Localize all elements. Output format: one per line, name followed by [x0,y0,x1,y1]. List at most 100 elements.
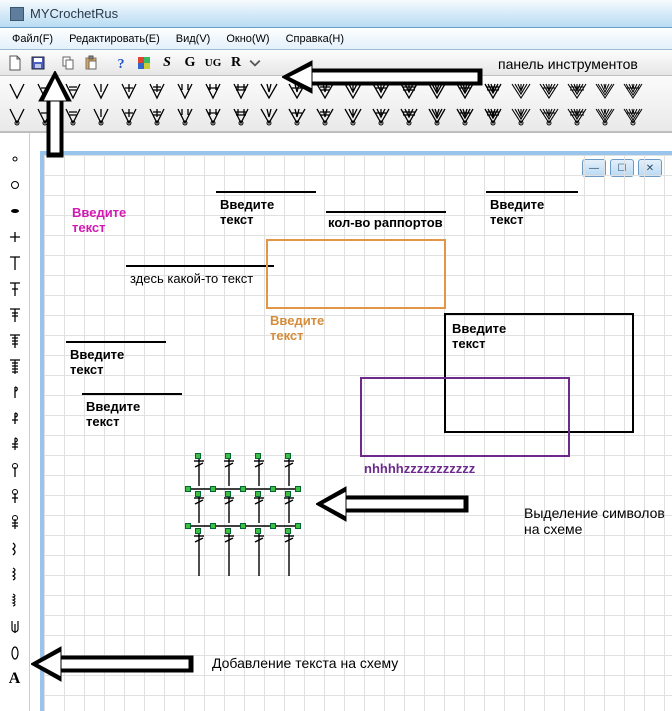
vsymbol-icon[interactable] [88,78,114,103]
tool-t-icon[interactable] [3,251,27,275]
vsymbol-icon[interactable] [592,78,618,103]
vsymbol2-icon[interactable] [452,103,478,128]
tool-tquad-icon[interactable] [3,355,27,379]
vsymbol2-icon[interactable] [4,103,30,128]
vsymbol2-icon[interactable] [340,103,366,128]
selection-handle[interactable] [295,523,301,529]
tool-wave1-icon[interactable] [3,537,27,561]
vsymbol2-icon[interactable] [620,103,646,128]
vsymbol2-icon[interactable] [508,103,534,128]
text-placeholder[interactable]: Введитетекст [452,321,506,351]
text-placeholder[interactable]: Введитетекст [70,347,124,377]
selection-handle[interactable] [255,491,261,497]
vsymbol2-icon[interactable] [88,103,114,128]
selection-handle[interactable] [285,491,291,497]
tool-hookring-icon[interactable] [3,459,27,483]
tool-hookring2-icon[interactable] [3,485,27,509]
tool-oval-icon[interactable] [3,641,27,665]
vsymbol-icon[interactable] [508,78,534,103]
selection-handle[interactable] [225,453,231,459]
tool-u-icon[interactable] [3,615,27,639]
selection-handle[interactable] [225,491,231,497]
vsymbol-icon[interactable] [172,78,198,103]
selection-handle[interactable] [255,453,261,459]
text-placeholder[interactable]: Введитетекст [72,205,126,235]
vsymbol-icon[interactable] [228,78,254,103]
tool-tcross-icon[interactable] [3,277,27,301]
selection-handle[interactable] [285,453,291,459]
selection-handle[interactable] [225,528,231,534]
new-file-button[interactable] [4,52,26,74]
vsymbol-icon[interactable] [256,78,282,103]
tool-hook2-icon[interactable] [3,407,27,431]
tool-wave3-icon[interactable] [3,589,27,613]
tool-text-button[interactable]: A [3,667,27,691]
menu-window[interactable]: Окно(W) [218,31,277,47]
selection-handle[interactable] [195,491,201,497]
selection-handle[interactable] [240,486,246,492]
selected-stitch-group[interactable] [184,451,304,581]
text-placeholder[interactable]: Введитетекст [490,197,544,227]
vsymbol2-icon[interactable] [312,103,338,128]
selection-handle[interactable] [210,523,216,529]
text-nhz[interactable]: nhhhhzzzzzzzzzzz [364,461,475,476]
tool-hookring3-icon[interactable] [3,511,27,535]
text-rapport[interactable]: кол-во раппортов [328,215,443,230]
selection-handle[interactable] [270,523,276,529]
selection-handle[interactable] [240,523,246,529]
selection-handle[interactable] [185,486,191,492]
menu-file[interactable]: Файл(F) [4,31,61,47]
vsymbol2-icon[interactable] [200,103,226,128]
tool-circle-small-icon[interactable] [3,147,27,171]
text-placeholder-orange[interactable]: Введитетекст [270,313,324,343]
vsymbol2-icon[interactable] [536,103,562,128]
tool-plus-icon[interactable] [3,225,27,249]
tool-dot-icon[interactable] [3,199,27,223]
vsymbol2-icon[interactable] [144,103,170,128]
tool-ttriple-icon[interactable] [3,329,27,353]
vsymbol2-icon[interactable] [368,103,394,128]
vsymbol2-icon[interactable] [256,103,282,128]
vsymbol2-icon[interactable] [116,103,142,128]
selection-handle[interactable] [285,528,291,534]
vsymbol2-icon[interactable] [284,103,310,128]
color-grid-button[interactable] [133,52,155,74]
tool-hook1-icon[interactable] [3,381,27,405]
selection-handle[interactable] [195,528,201,534]
vsymbol-icon[interactable] [620,78,646,103]
vsymbol-icon[interactable] [564,78,590,103]
vsymbol2-icon[interactable] [564,103,590,128]
vsymbol-icon[interactable] [200,78,226,103]
vsymbol2-icon[interactable] [172,103,198,128]
selection-handle[interactable] [185,523,191,529]
vsymbol-icon[interactable] [536,78,562,103]
purple-box[interactable] [360,377,570,457]
vsymbol-icon[interactable] [116,78,142,103]
tool-ug-button[interactable]: UG [202,52,224,74]
selection-handle[interactable] [210,486,216,492]
tool-circle-icon[interactable] [3,173,27,197]
vsymbol2-icon[interactable] [592,103,618,128]
tool-g-button[interactable]: G [179,52,201,74]
tool-tdouble-icon[interactable] [3,303,27,327]
paste-button[interactable] [80,52,102,74]
vsymbol-icon[interactable] [144,78,170,103]
selection-handle[interactable] [295,486,301,492]
vsymbol2-icon[interactable] [228,103,254,128]
selection-handle[interactable] [195,453,201,459]
dropdown-arrow-icon[interactable] [248,52,262,74]
vsymbol2-icon[interactable] [480,103,506,128]
text-placeholder[interactable]: Введитетекст [220,197,274,227]
text-sometext[interactable]: здесь какой-то текст [130,271,253,286]
orange-selection-box[interactable] [266,239,446,309]
tool-r-button[interactable]: R [225,52,247,74]
vsymbol2-icon[interactable] [424,103,450,128]
selection-handle[interactable] [255,528,261,534]
text-placeholder[interactable]: Введитетекст [86,399,140,429]
help-button[interactable]: ? [110,52,132,74]
tool-wave2-icon[interactable] [3,563,27,587]
tool-s-button[interactable]: S [156,52,178,74]
menu-view[interactable]: Вид(V) [168,31,219,47]
tool-hook3-icon[interactable] [3,433,27,457]
vsymbol-icon[interactable] [4,78,30,103]
